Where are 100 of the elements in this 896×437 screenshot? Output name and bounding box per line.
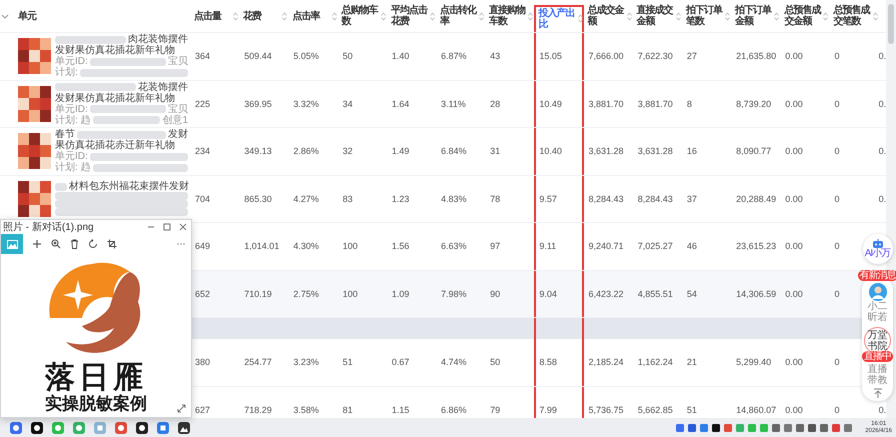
scrollbar-thumb[interactable]: [888, 4, 894, 44]
table-cell: 704: [195, 194, 210, 204]
sort-icon[interactable]: [872, 12, 878, 20]
column-header: 点击转化率: [440, 5, 478, 27]
table-cell: 4.74%: [440, 357, 466, 368]
product-title[interactable]: 春节: [55, 129, 75, 140]
table-cell: 1.15: [392, 404, 410, 415]
table-cell: 23,615.23: [736, 241, 776, 252]
table-cell: 627: [195, 404, 210, 415]
sort-icon[interactable]: [282, 12, 288, 20]
table-cell: 100: [342, 288, 358, 299]
expand-icon[interactable]: [177, 404, 186, 413]
table-row[interactable]: 肉花装饰摆件 发财果仿真花插花新年礼物 单元ID: 宝贝 计划: 364 509.44 5.05% 50 1.40 6.87% 43 15.05 7,666.00 7,622.30 27 21,635.80 0.00 0 0.: [0, 33, 886, 80]
table-cell: 5,662.85: [638, 404, 673, 415]
sort-icon[interactable]: [233, 12, 238, 20]
table-cell: 0: [834, 357, 840, 368]
table-cell: 0.00: [785, 194, 803, 204]
table-row[interactable]: 春节 发财 果仿真花插花赤迁新年礼物 单元ID: 计划: 趋 234 349.13 2.86% 32 1.49 6.84% 31 10.40 3,631.28 3,631.28 16 8,090.77 0.00 0 0.: [0, 128, 886, 176]
sort-icon[interactable]: [380, 12, 386, 20]
table-cell: 10.40: [539, 146, 562, 156]
product-title[interactable]: 材料包东州福花束摆件发财: [69, 181, 189, 192]
table-cell: 54: [686, 288, 697, 299]
table-cell: 3,631.28: [588, 146, 624, 156]
table-cell: 7,666.00: [588, 51, 624, 62]
table-cell: 21,635.80: [736, 51, 776, 62]
product-title[interactable]: 发财: [168, 129, 188, 140]
sort-icon[interactable]: [676, 12, 681, 20]
table-cell: 9.57: [539, 194, 557, 204]
table-cell: 5,736.75: [588, 404, 624, 415]
sort-icon[interactable]: [626, 12, 632, 20]
product-title[interactable]: 发财果仿真花插花新年礼物: [55, 45, 175, 56]
sort-icon[interactable]: [823, 12, 828, 20]
product-title[interactable]: 肉花装饰摆件: [128, 34, 188, 46]
app-icon[interactable]: [31, 422, 43, 434]
table-cell: 3,631.28: [638, 146, 673, 156]
column-header: 投入产出比: [538, 8, 576, 30]
table-cell: 1.64: [392, 98, 410, 109]
table-cell: 97: [490, 241, 500, 252]
app-icon[interactable]: [178, 422, 190, 434]
table-cell: 6.84%: [440, 146, 466, 156]
table-cell: 9,240.71: [588, 241, 624, 252]
sort-icon[interactable]: [479, 12, 484, 20]
table-row[interactable]: 材料包东州福花束摆件发财 704 865.30 4.27% 83 1.23 4.83% 78 9.57 8,284.43 8,284.43 37 20,288.49 0.00 0 0.: [0, 176, 886, 223]
sort-icon[interactable]: [430, 12, 435, 20]
maximize-icon[interactable]: [163, 223, 171, 231]
sort-icon[interactable]: [528, 12, 534, 20]
table-cell: 6,423.22: [588, 288, 624, 299]
table-cell: 0.: [878, 194, 886, 204]
live-tutorial-button[interactable]: 直播带教: [868, 362, 888, 388]
column-header: 总预售成交笔数: [833, 5, 871, 27]
table-cell: 15.05: [539, 51, 562, 62]
table-cell: 0.: [878, 51, 886, 62]
table-cell: 718.29: [244, 404, 272, 415]
delete-icon[interactable]: [70, 239, 79, 249]
table-cell: 28: [490, 98, 500, 109]
product-title[interactable]: 果仿真花插花赤迁新年礼物: [55, 140, 175, 152]
rotate-icon[interactable]: [88, 239, 98, 249]
product-title[interactable]: 花装饰摆件: [138, 82, 188, 93]
table-cell: 51: [686, 404, 697, 415]
table-cell: 652: [195, 288, 210, 299]
table-cell: 0.00: [785, 241, 803, 252]
table-cell: 34: [342, 98, 353, 109]
unit-meta-text: 计划: 趋: [55, 114, 91, 126]
table-cell: 1.09: [392, 288, 410, 299]
table-cell: 8,739.20: [736, 98, 772, 109]
unit-meta-text: 计划: 趋: [55, 162, 91, 174]
avatar-icon[interactable]: [868, 283, 886, 301]
table-cell: 1.23: [392, 194, 410, 204]
crop-icon[interactable]: [107, 239, 117, 249]
table-cell: 3.32%: [293, 98, 319, 109]
table-cell: 649: [195, 241, 210, 252]
table-cell: 0: [834, 51, 840, 62]
table-cell: 0.00: [785, 357, 803, 368]
table-cell: 8.58: [539, 357, 557, 368]
column-header: 拍下订单金额: [735, 5, 773, 27]
image-button[interactable]: [1, 234, 23, 254]
sort-icon[interactable]: [332, 12, 337, 20]
close-icon[interactable]: [179, 223, 187, 231]
table-cell: 0.00: [785, 288, 803, 299]
table-cell: 9.04: [539, 288, 557, 299]
table-cell: 51: [342, 357, 353, 368]
table-row[interactable]: 花装饰摆件 发财果仿真花插花新年礼物 单元ID: 宝贝 计划: 趋 创意1 225 369.95 3.32% 34 1.64 3.11% 28 10.49 3,881.70 3,881.70 8 8,739.20 0.00 0 0.: [0, 80, 886, 128]
table-cell: 8,090.77: [736, 146, 772, 156]
product-title[interactable]: 发财果仿真花插花新年礼物: [55, 92, 175, 104]
table-cell: 4.30%: [293, 241, 319, 252]
sort-icon[interactable]: [774, 12, 780, 20]
column-header: 平均点击花费: [390, 5, 428, 27]
table-cell: 27: [686, 51, 697, 62]
table-cell: 2,185.24: [588, 357, 624, 368]
sort-icon[interactable]: [725, 12, 730, 20]
app-icon[interactable]: [136, 422, 148, 434]
table-cell: 79: [490, 404, 500, 415]
add-icon[interactable]: [32, 239, 42, 249]
table-cell: 14,306.59: [736, 288, 776, 299]
table-cell: 0: [834, 288, 840, 299]
table-cell: 5,299.40: [736, 357, 772, 368]
table-cell: 100: [342, 241, 358, 252]
zoom-in-icon[interactable]: [51, 239, 61, 249]
sort-icon[interactable]: [578, 14, 582, 23]
back-to-top-icon[interactable]: [872, 388, 882, 398]
